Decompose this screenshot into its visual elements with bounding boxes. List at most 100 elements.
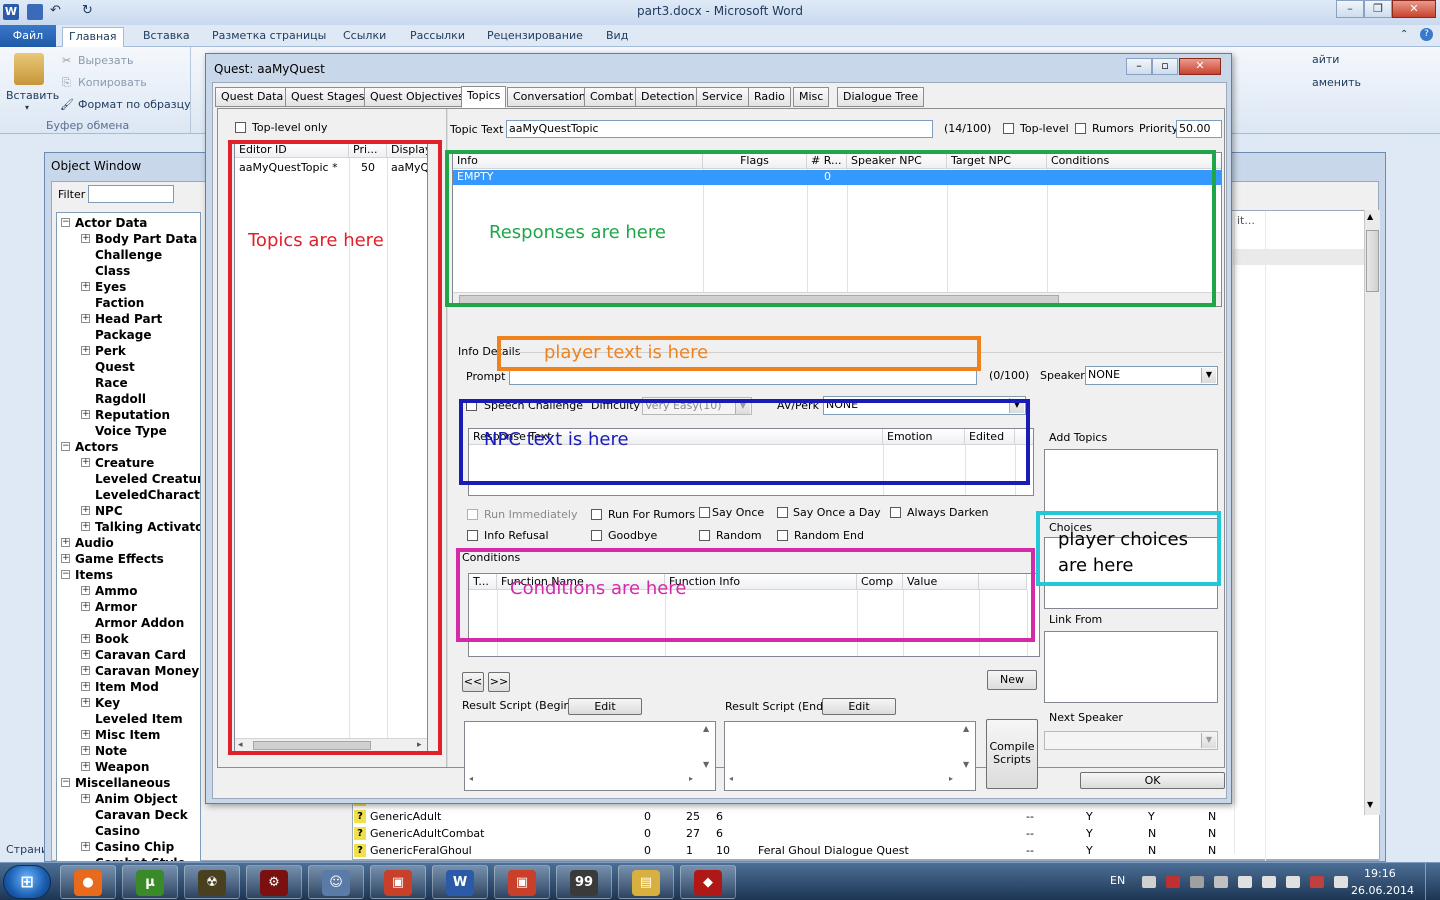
expand-icon[interactable]: + [81, 602, 90, 611]
word-maximize-button[interactable]: ❐ [1364, 0, 1392, 18]
collapse-icon[interactable]: − [61, 218, 70, 227]
word-minimize-button[interactable]: – [1336, 0, 1364, 18]
expand-icon[interactable]: + [81, 410, 90, 419]
rumors-checkbox[interactable] [1075, 123, 1086, 134]
tab-radio[interactable]: Radio [748, 87, 791, 107]
ribbon-tab-review[interactable]: Рецензирование [481, 27, 589, 47]
expand-icon[interactable]: + [81, 682, 90, 691]
start-button[interactable]: ⊞ [3, 865, 51, 899]
object-list-selected-row[interactable] [1233, 249, 1365, 265]
cut-icon[interactable]: ✂ [62, 54, 71, 67]
format-painter-icon[interactable]: 🖌 [60, 98, 74, 111]
always-darken-checkbox[interactable] [890, 507, 901, 518]
tab-misc[interactable]: Misc [793, 87, 830, 107]
collapse-icon[interactable]: − [61, 442, 70, 451]
scroll-up-arrow-icon[interactable]: ▲ [1367, 212, 1373, 221]
topic-text-input[interactable]: aaMyQuestTopic [506, 120, 933, 138]
say-once-checkbox[interactable] [699, 507, 710, 518]
taskbar-app-utorrent[interactable]: µ [122, 865, 178, 899]
clock-time[interactable]: 19:16 [1364, 867, 1396, 880]
expand-icon[interactable]: + [81, 794, 90, 803]
top-level-checkbox[interactable] [1003, 123, 1014, 134]
ribbon-find-button[interactable]: айти [1312, 53, 1339, 66]
tray-icon[interactable] [1214, 876, 1228, 888]
paste-button-label[interactable]: Вставить [6, 89, 59, 102]
expand-icon[interactable]: + [81, 506, 90, 515]
tab-quest-objectives[interactable]: Quest Objectives [364, 87, 470, 107]
object-list-row[interactable]: ? GenericAdult 0 25 6 -- Y Y N [352, 808, 1232, 825]
info-refusal-checkbox[interactable] [467, 530, 478, 541]
next-speaker-select[interactable]: ▼ [1044, 731, 1218, 750]
taskbar-app-toolbox-1[interactable]: ▣ [370, 865, 426, 899]
ribbon-tab-mailings[interactable]: Рассылки [404, 27, 471, 47]
taskbar-app-firefox[interactable]: ● [60, 865, 116, 899]
word-page-status[interactable]: Страни [6, 843, 48, 856]
result-script-end-box[interactable]: ▲ ▼ ◂ ▸ [724, 721, 976, 791]
expand-icon[interactable]: + [61, 554, 70, 563]
add-topics-list[interactable] [1044, 449, 1218, 519]
scroll-down-arrow-icon[interactable]: ▼ [1367, 800, 1373, 809]
expand-icon[interactable]: + [81, 282, 90, 291]
link-from-list[interactable] [1044, 631, 1218, 703]
expand-icon[interactable]: + [81, 314, 90, 323]
taskbar-app-geck[interactable]: ◆ [680, 865, 736, 899]
taskbar-app-explorer[interactable]: ▤ [618, 865, 674, 899]
tray-icon[interactable] [1166, 876, 1180, 888]
ribbon-tab-file[interactable]: Файл [0, 25, 56, 47]
tab-conversation[interactable]: Conversation [507, 87, 592, 107]
object-category-tree[interactable]: − Actor Data + Body Part Data Challenge Class… [56, 212, 201, 862]
ribbon-tab-view[interactable]: Вид [600, 27, 634, 47]
expand-icon[interactable]: + [81, 458, 90, 467]
tab-detection[interactable]: Detection [635, 87, 701, 107]
previous-condition-button[interactable]: << [462, 672, 484, 692]
object-list-column-header[interactable]: it... [1234, 214, 1274, 230]
expand-icon[interactable]: + [81, 346, 90, 355]
scroll-down-arrow-icon[interactable]: ▼ [963, 760, 969, 769]
expand-icon[interactable]: + [81, 634, 90, 643]
top-level-only-checkbox[interactable] [235, 122, 246, 133]
ribbon-tab-references[interactable]: Ссылки [337, 27, 392, 47]
clock-date[interactable]: 26.06.2014 [1351, 884, 1414, 897]
expand-icon[interactable]: + [81, 730, 90, 739]
paste-icon[interactable] [14, 53, 44, 85]
ribbon-collapse-icon[interactable]: ⌃ [1400, 29, 1408, 40]
compile-scripts-button[interactable]: Compile Scripts [986, 719, 1038, 789]
quest-minimize-button[interactable]: – [1126, 58, 1152, 75]
language-indicator[interactable]: EN [1110, 874, 1125, 887]
show-desktop-button[interactable] [1425, 863, 1440, 900]
scroll-up-arrow-icon[interactable]: ▲ [963, 724, 969, 733]
tab-dialogue-tree[interactable]: Dialogue Tree [837, 87, 925, 107]
chevron-down-icon[interactable]: ▼ [1201, 733, 1216, 748]
collapse-icon[interactable]: − [61, 570, 70, 579]
random-checkbox[interactable] [699, 530, 710, 541]
expand-icon[interactable]: + [61, 538, 70, 547]
priority-input[interactable]: 50.00 [1176, 120, 1222, 138]
quest-close-button[interactable]: ✕ [1179, 58, 1221, 75]
object-list-row[interactable]: ? GenericAdultCombat 0 27 6 -- Y N N [352, 825, 1232, 842]
random-end-checkbox[interactable] [777, 530, 788, 541]
expand-icon[interactable]: + [81, 762, 90, 771]
filter-input[interactable] [88, 185, 174, 203]
expand-icon[interactable]: + [81, 650, 90, 659]
help-icon[interactable]: ? [1420, 28, 1433, 41]
edit-begin-script-button[interactable]: Edit [568, 698, 642, 715]
tray-icon[interactable] [1142, 876, 1156, 888]
expand-icon[interactable]: + [81, 842, 90, 851]
expand-icon[interactable]: + [81, 234, 90, 243]
word-close-button[interactable]: ✕ [1392, 0, 1436, 18]
format-painter-button[interactable]: Формат по образцу [78, 98, 191, 111]
tab-service[interactable]: Service [696, 87, 749, 107]
expand-icon[interactable]: + [81, 746, 90, 755]
ribbon-tab-insert[interactable]: Вставка [137, 27, 196, 47]
next-condition-button[interactable]: >> [488, 672, 510, 692]
expand-icon[interactable]: + [81, 522, 90, 531]
expand-icon[interactable]: + [81, 698, 90, 707]
quest-maximize-button[interactable]: ▫ [1152, 58, 1178, 75]
cut-button[interactable]: Вырезать [78, 54, 133, 67]
tab-combat[interactable]: Combat [584, 87, 640, 107]
paste-dropdown-icon[interactable]: ▾ [25, 103, 29, 112]
scroll-right-arrow-icon[interactable]: ▸ [949, 774, 953, 783]
taskbar-app-toolbox-2[interactable]: ▣ [494, 865, 550, 899]
copy-button[interactable]: Копировать [78, 76, 147, 89]
tray-icon[interactable] [1190, 876, 1204, 888]
